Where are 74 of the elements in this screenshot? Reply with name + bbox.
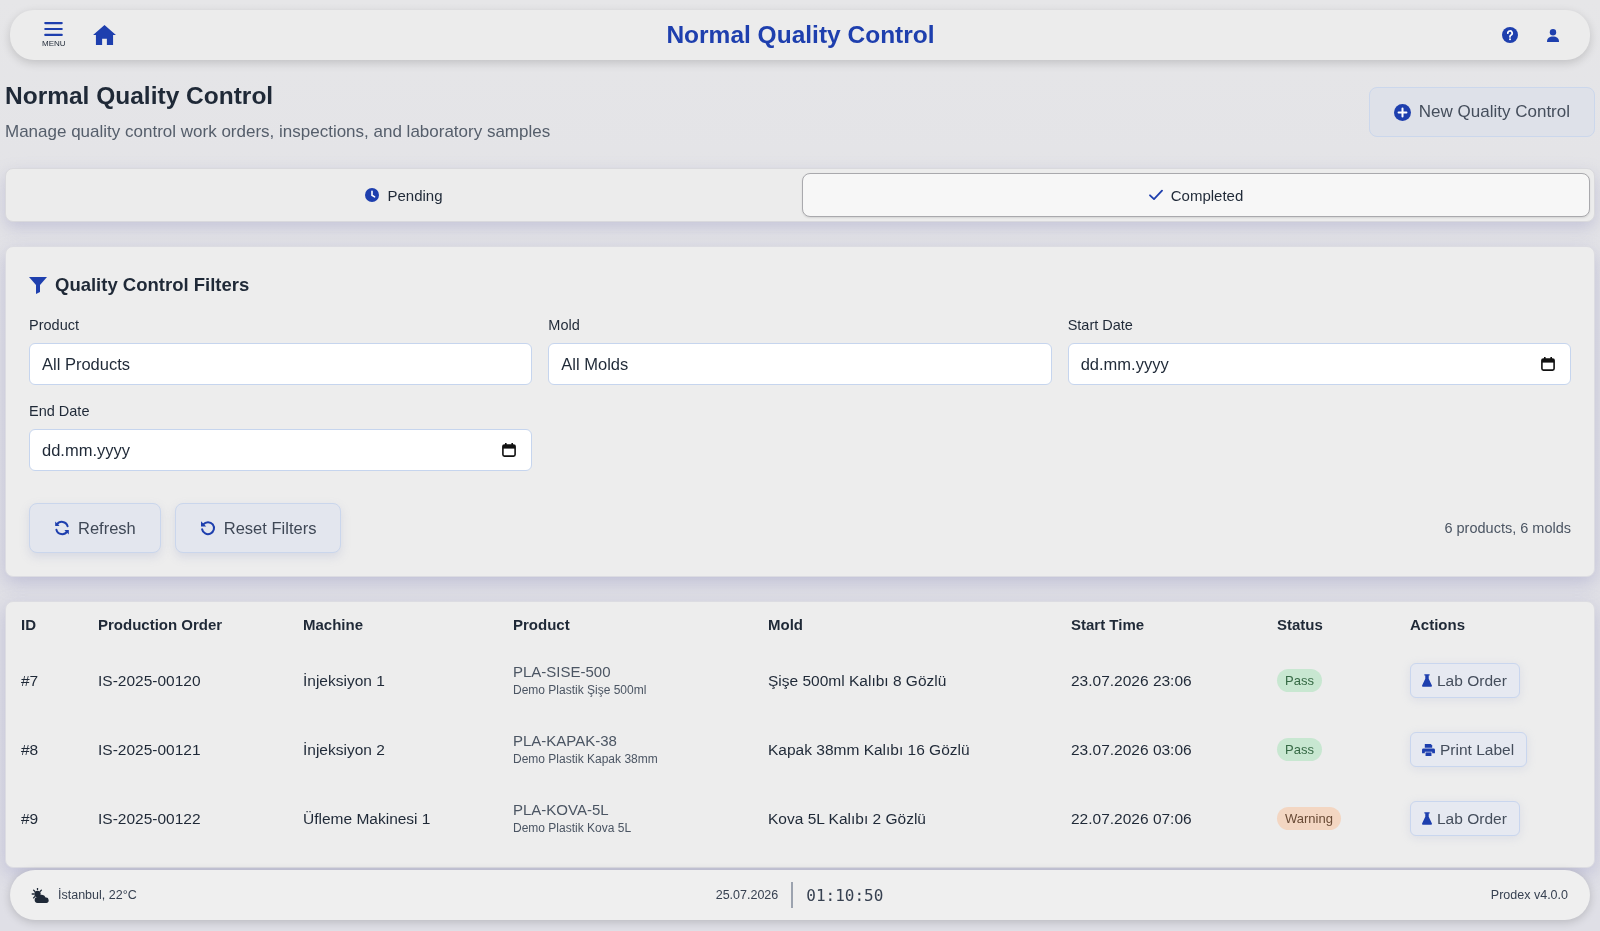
tab[interactable]: Completed bbox=[802, 173, 1590, 217]
table-cell-text: Kapak 38mm Kalıbı 16 Gözlü bbox=[767, 739, 971, 760]
table-cell-text: 22.07.2026 07:06 bbox=[1070, 808, 1193, 829]
product-code: PLA-KOVA-5L bbox=[513, 801, 610, 819]
table-cell-text: İnjeksiyon 2 bbox=[302, 739, 386, 760]
weather-text: İstanbul, 22°C bbox=[58, 888, 137, 902]
column-header: Production Order bbox=[97, 614, 224, 635]
flask-icon bbox=[1422, 674, 1432, 687]
table-cell-text: IS-2025-00120 bbox=[97, 670, 202, 691]
table-cell-text: #8 bbox=[20, 739, 40, 760]
clock-icon bbox=[365, 188, 380, 202]
plus-circle-icon bbox=[1393, 103, 1411, 121]
filter-icon bbox=[29, 276, 47, 294]
column-header: ID bbox=[20, 614, 37, 635]
help-icon[interactable] bbox=[1502, 27, 1518, 43]
product-name: Demo Plastik Kova 5L bbox=[513, 820, 633, 836]
calendar-icon[interactable] bbox=[1541, 357, 1555, 371]
menu-icon bbox=[44, 22, 64, 36]
status-label: Pass bbox=[1277, 738, 1322, 761]
date-text: 25.07.2026 bbox=[715, 888, 779, 902]
printer-icon bbox=[1422, 743, 1435, 756]
filter-button[interactable]: Refresh bbox=[29, 503, 161, 553]
product-code: PLA-KAPAK-38 bbox=[513, 732, 618, 750]
select-field[interactable]: All Products bbox=[29, 343, 533, 385]
table-cell-text: İnjeksiyon 1 bbox=[302, 670, 386, 691]
column-header: Status bbox=[1276, 614, 1324, 635]
user-icon[interactable] bbox=[1547, 28, 1559, 42]
new-quality-control-button[interactable]: New Quality Control bbox=[1368, 87, 1595, 137]
row-action-button[interactable]: Lab Order bbox=[1410, 663, 1520, 698]
field-label: Mold bbox=[548, 316, 581, 335]
calendar-icon[interactable] bbox=[502, 443, 517, 457]
app-title: Normal Quality Control bbox=[666, 21, 935, 49]
page-title: Normal Quality Control bbox=[5, 81, 275, 111]
table-cell-text: 23.07.2026 23:06 bbox=[1070, 670, 1193, 691]
row-action-button[interactable]: Lab Order bbox=[1410, 801, 1520, 836]
home-icon[interactable] bbox=[92, 25, 116, 45]
field-label: Product bbox=[29, 316, 80, 335]
date-field[interactable]: dd.mm.yyyy bbox=[29, 429, 533, 471]
table-cell-text: 23.07.2026 03:06 bbox=[1070, 739, 1193, 760]
status-label: Pass bbox=[1277, 669, 1322, 692]
table-cell-text: Şişe 500ml Kalıbı 8 Gözlü bbox=[767, 670, 948, 691]
select-field[interactable]: All Molds bbox=[548, 343, 1052, 385]
column-header: Actions bbox=[1409, 614, 1466, 635]
menu-button[interactable]: MENU bbox=[42, 22, 66, 48]
table-cell-text: #7 bbox=[20, 670, 40, 691]
field-label: End Date bbox=[29, 402, 91, 421]
table-cell-text: IS-2025-00122 bbox=[97, 808, 202, 829]
field-label: Start Date bbox=[1067, 316, 1134, 335]
column-header: Product bbox=[512, 614, 571, 635]
column-header: Start Time bbox=[1070, 614, 1146, 635]
date-field[interactable]: dd.mm.yyyy bbox=[1067, 343, 1571, 385]
column-header: Mold bbox=[767, 614, 804, 635]
page-subtitle: Manage quality control work orders, inspections, and laboratory samples bbox=[5, 121, 551, 143]
clock-text: 01:10:50 bbox=[806, 885, 884, 905]
status-label: Warning bbox=[1277, 807, 1341, 830]
table-cell-text: Üfleme Makinesi 1 bbox=[302, 808, 432, 829]
undo-icon bbox=[199, 520, 216, 536]
cloud-sun-icon bbox=[31, 887, 49, 903]
tab[interactable]: Pending bbox=[10, 173, 798, 217]
product-name: Demo Plastik Şişe 500ml bbox=[513, 682, 648, 698]
refresh-icon bbox=[54, 520, 70, 536]
check-icon bbox=[1148, 188, 1163, 202]
filter-summary: 6 products, 6 molds bbox=[1444, 520, 1571, 536]
column-header: Machine bbox=[302, 614, 364, 635]
filters-title: Quality Control Filters bbox=[55, 274, 250, 296]
product-name: Demo Plastik Kapak 38mm bbox=[513, 751, 659, 767]
table-cell-text: #9 bbox=[20, 808, 40, 829]
table-cell-text: IS-2025-00121 bbox=[97, 739, 202, 760]
table-cell-text: Kova 5L Kalıbı 2 Gözlü bbox=[767, 808, 927, 829]
product-code: PLA-SISE-500 bbox=[513, 663, 612, 681]
filter-button[interactable]: Reset Filters bbox=[174, 503, 342, 553]
row-action-button[interactable]: Print Label bbox=[1410, 732, 1528, 767]
flask-icon bbox=[1422, 812, 1432, 825]
version-text: Prodex v4.0.0 bbox=[1490, 888, 1568, 902]
